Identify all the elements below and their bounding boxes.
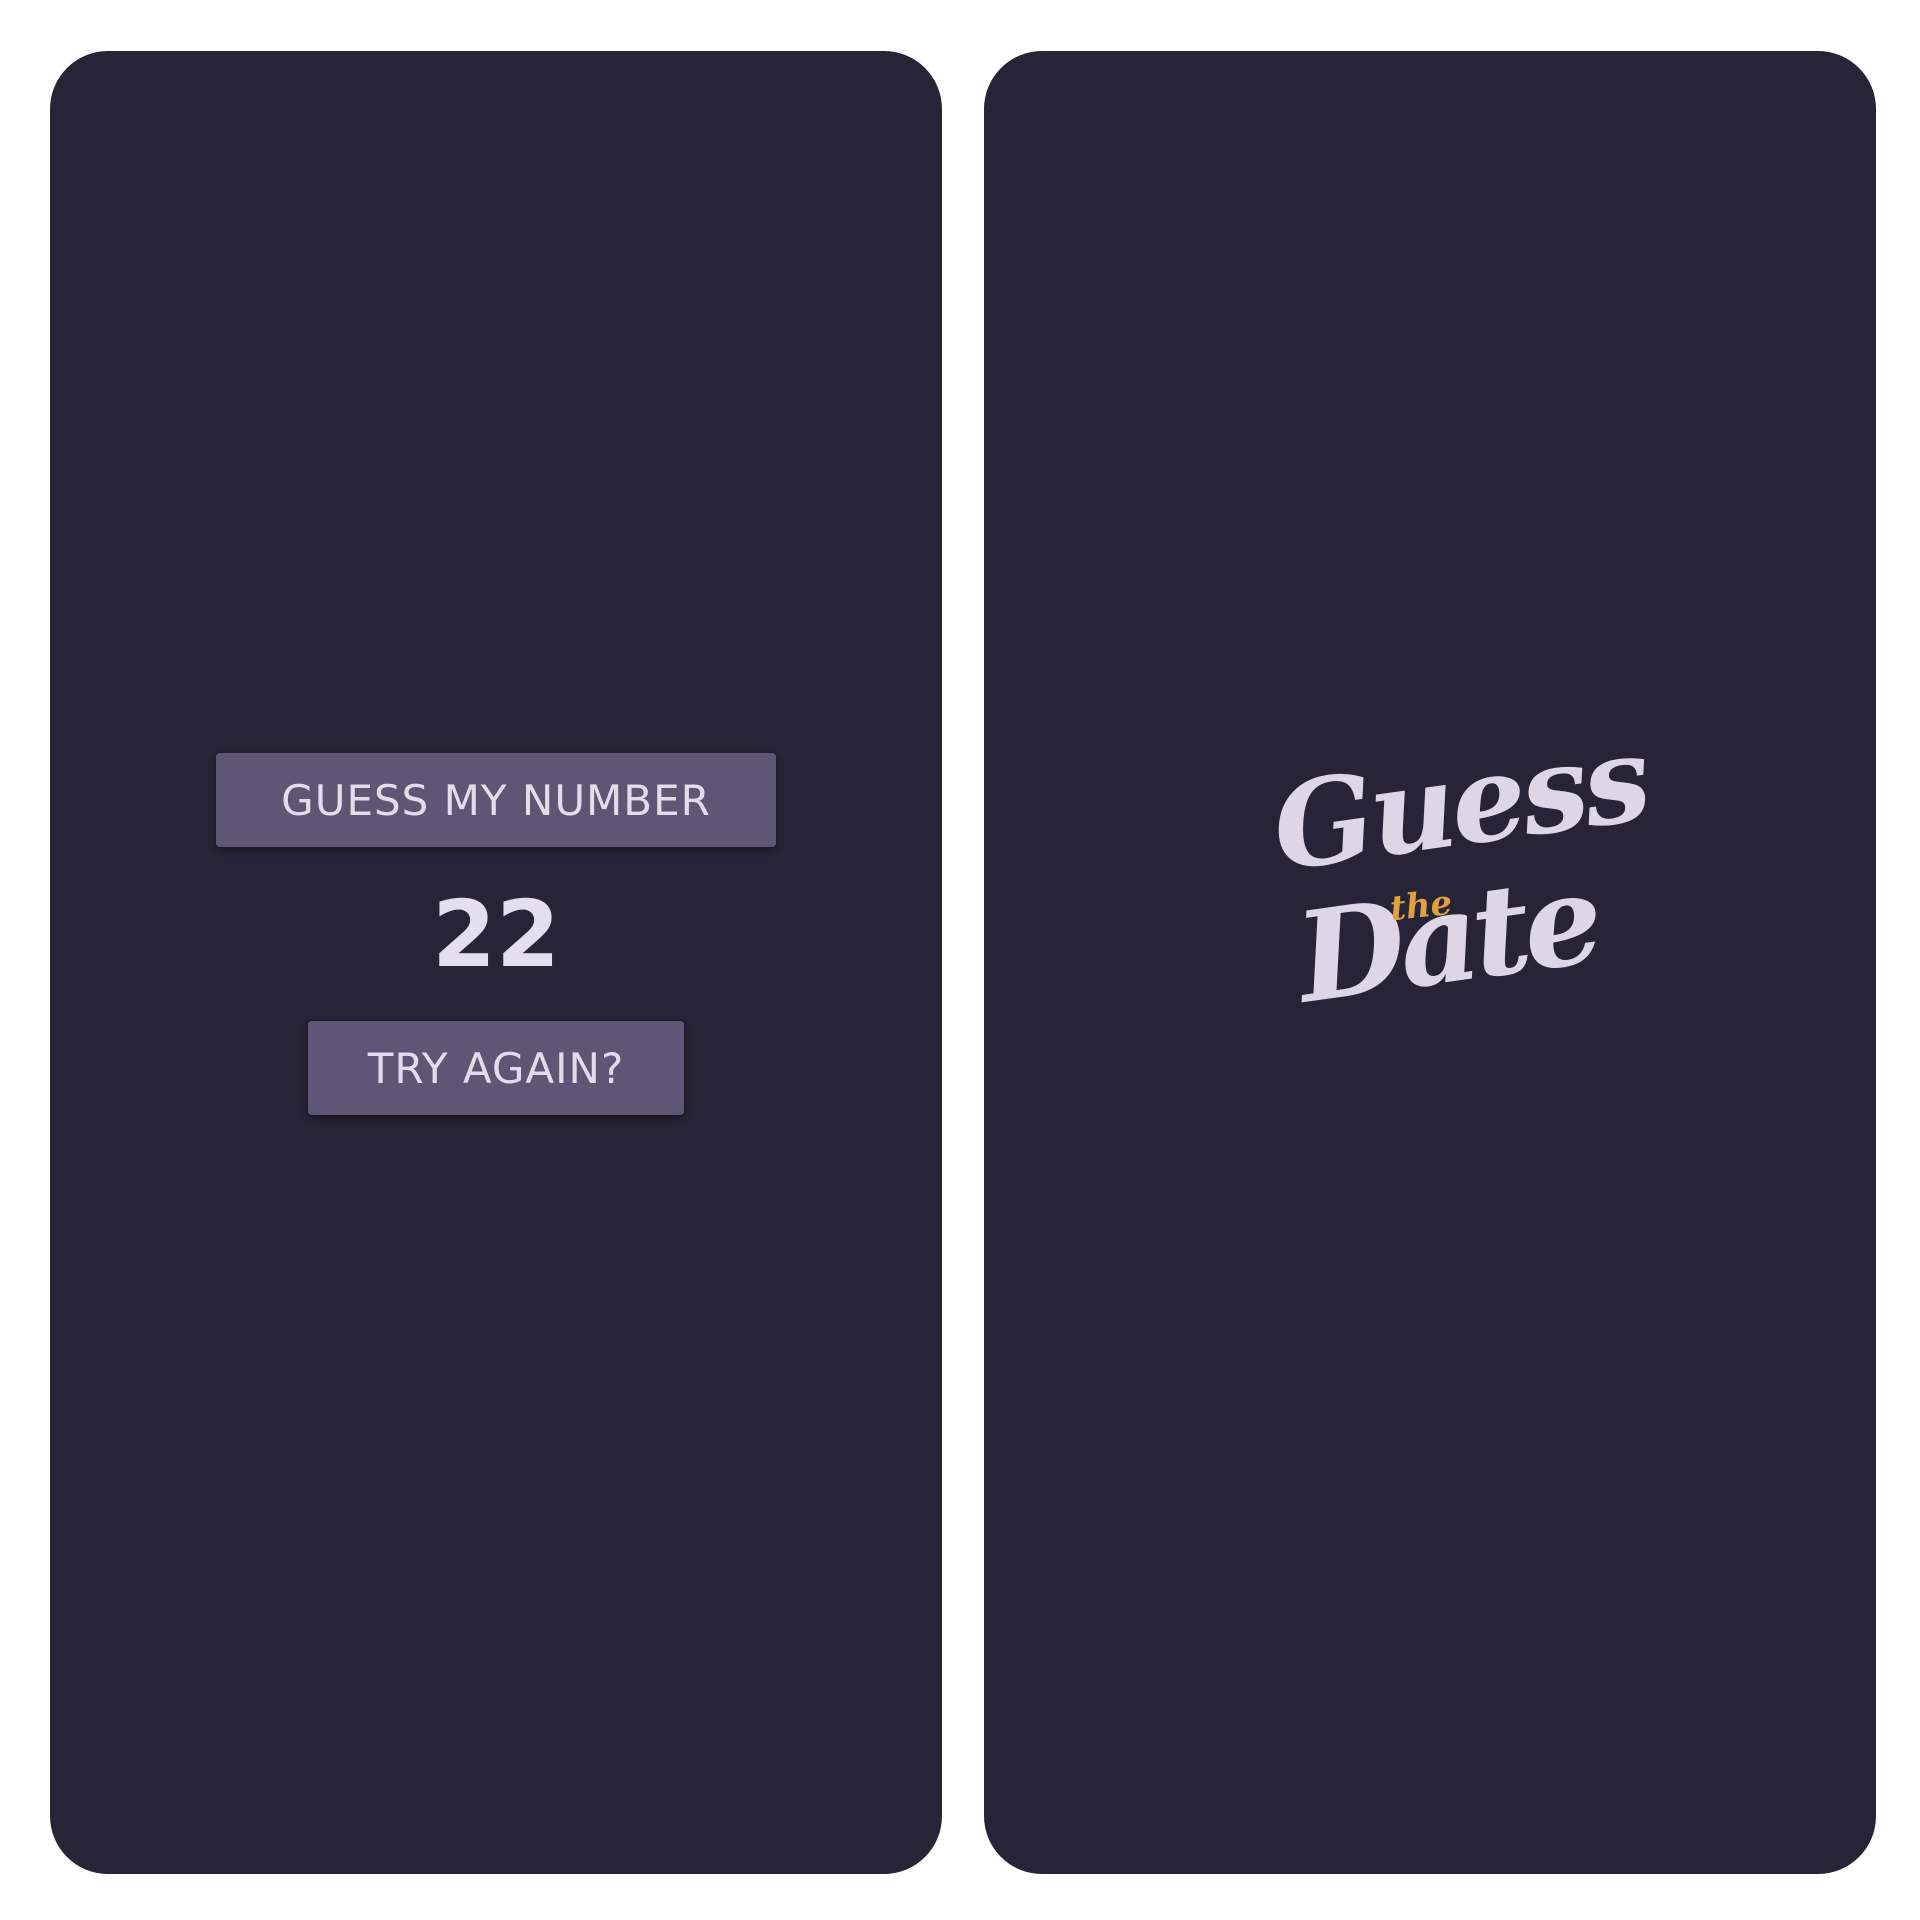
try-again-button[interactable]: TRY AGAIN? <box>308 1021 684 1115</box>
guessed-number: 22 <box>431 881 561 988</box>
game-screen: GUESS MY NUMBER 22 TRY AGAIN? <box>50 51 942 1874</box>
splash-screen: Guess Date the <box>984 51 1876 1874</box>
logo-word-the: the <box>1388 882 1454 930</box>
guess-the-date-logo: Guess Date the <box>1260 708 1654 1071</box>
logo-word-guess: Guess <box>1264 707 1655 898</box>
logo-word-date: Date <box>1288 846 1606 1032</box>
game-content: GUESS MY NUMBER 22 TRY AGAIN? <box>50 753 942 1115</box>
game-title: GUESS MY NUMBER <box>216 753 776 847</box>
